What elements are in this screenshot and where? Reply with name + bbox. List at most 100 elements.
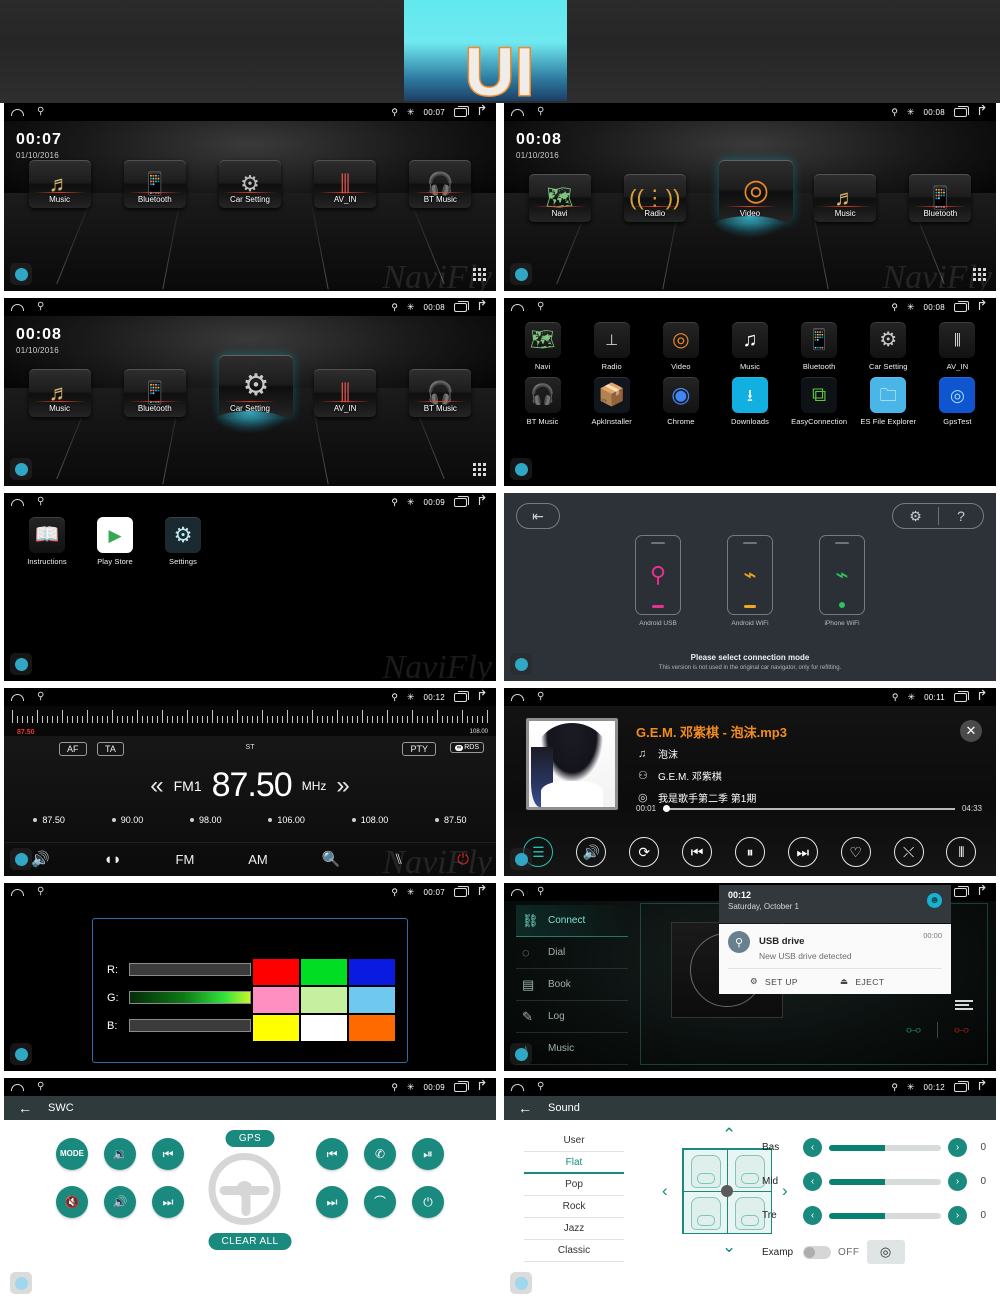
am-band-button[interactable]: AM — [248, 853, 268, 866]
home-icon[interactable] — [11, 303, 24, 311]
blue-slider[interactable] — [129, 1019, 251, 1032]
gear-icon[interactable]: ⚙ — [893, 508, 938, 525]
app-apkinstaller[interactable]: 📦 ApkInstaller — [579, 377, 645, 426]
screen-home-3[interactable]: ⚲ ⚲ ✳ 00:08 00:08 01/10/2016 ♬ Music 📱 — [4, 298, 496, 486]
floating-home-button[interactable] — [510, 263, 532, 285]
mode-android-usb[interactable]: ⚲ Android USB — [635, 535, 681, 627]
fm-band-button[interactable]: FM — [176, 853, 195, 866]
play-pause-icon[interactable]: ⏯ — [412, 1138, 444, 1170]
treble-decrease-button[interactable]: ‹ — [803, 1206, 822, 1225]
preset-3[interactable]: 98.00 — [190, 815, 222, 825]
gps-button[interactable]: GPS — [225, 1130, 275, 1147]
floating-home-button[interactable] — [10, 263, 32, 285]
swatch-skyblue[interactable] — [349, 987, 395, 1013]
swatch-blue[interactable] — [349, 959, 395, 985]
bt-menu-log[interactable]: ✎ Log — [516, 1001, 628, 1033]
app-bluetooth[interactable]: 📱 Bluetooth — [786, 322, 852, 371]
swatch-lightgreen[interactable] — [301, 987, 347, 1013]
recents-icon[interactable] — [954, 885, 969, 897]
bass-decrease-button[interactable]: ‹ — [803, 1138, 822, 1157]
back-icon[interactable] — [976, 108, 989, 117]
treble-increase-button[interactable]: › — [948, 1206, 967, 1225]
app-radio[interactable]: ⊥ Radio — [579, 322, 645, 371]
rgb-row-green[interactable]: G: 255 — [107, 991, 277, 1004]
bass-increase-button[interactable]: › — [948, 1138, 967, 1157]
shuffle-icon[interactable]: ⤬ — [893, 837, 924, 867]
link-disconnected-icon[interactable]: ⧟ — [954, 1021, 969, 1038]
screen-app-drawer-1[interactable]: ⚲ ⚲ ✳ 00:08 🗺 Navi ⊥ Radio — [504, 298, 996, 486]
recents-icon[interactable] — [954, 690, 969, 702]
recents-icon[interactable] — [454, 885, 469, 897]
dock-item-bluetooth[interactable]: 📱 Bluetooth — [909, 174, 972, 222]
app-navi[interactable]: 🗺 Navi — [510, 322, 576, 371]
floating-home-button[interactable] — [10, 1272, 32, 1294]
home-icon[interactable] — [11, 888, 24, 896]
back-icon[interactable] — [976, 303, 989, 312]
screen-music-player[interactable]: ⚲ ⚲ ✳ 00:11 G.E.M. 邓紫棋 - 泡沫.mp3 ♫ 泡沫 ⚇ — [504, 688, 996, 876]
mid-decrease-button[interactable]: ‹ — [803, 1172, 822, 1191]
mid-increase-button[interactable]: › — [948, 1172, 967, 1191]
call-next-icon[interactable]: ⏭ — [316, 1186, 348, 1218]
back-icon[interactable] — [476, 693, 489, 702]
home-icon[interactable] — [511, 1083, 524, 1091]
link-connected-icon[interactable]: ⧟ — [906, 1021, 921, 1038]
volume-icon[interactable]: 🔊 — [576, 837, 607, 867]
call-hangup-icon[interactable]: ⌒ — [364, 1186, 396, 1218]
dock-item-music[interactable]: ♬ Music — [814, 174, 877, 222]
home-icon[interactable] — [511, 888, 524, 896]
rgb-row-red[interactable]: R: 0 — [107, 963, 277, 976]
dock-item-bt-music[interactable]: 🎧 BT Music — [409, 369, 472, 417]
app-bt-music[interactable]: 🎧 BT Music — [510, 377, 576, 426]
exit-icon[interactable]: ⇤ — [516, 503, 560, 529]
chevron-right-double-icon[interactable]: » — [336, 773, 349, 798]
eject-action[interactable]: ⏏ EJECT — [840, 976, 884, 987]
setup-action[interactable]: ⚙ SET UP — [750, 976, 798, 987]
screen-radio[interactable]: ⚲ ⚲ ✳ 00:12 ↰ 87.50 108.00 AF TA PTY ∞ R… — [4, 688, 496, 876]
home-icon[interactable] — [511, 303, 524, 311]
mode-icon[interactable]: MODE — [56, 1138, 88, 1170]
floating-home-button[interactable] — [510, 653, 532, 675]
preset-6[interactable]: 87.50 — [435, 815, 467, 825]
home-icon[interactable] — [511, 108, 524, 116]
preset-jazz[interactable]: Jazz — [524, 1218, 624, 1240]
floating-home-button[interactable] — [510, 1043, 532, 1065]
volume-icon[interactable]: 🔊 — [31, 852, 50, 867]
swatch-orange[interactable] — [349, 1015, 395, 1041]
power-icon[interactable]: ⏻ — [457, 852, 469, 867]
chevron-left-double-icon[interactable]: « — [150, 773, 163, 798]
dock-item-car-setting[interactable]: ⚙ Car Setting — [218, 160, 281, 208]
screen-home-1[interactable]: ⚲ ⚲ ✳ 00:07 00:07 01/10/2016 ♬ Music 📱 — [4, 103, 496, 291]
floating-home-button[interactable] — [510, 458, 532, 480]
green-slider[interactable] — [129, 991, 251, 1004]
app-car-setting[interactable]: ⚙ Car Setting — [855, 322, 921, 371]
floating-home-button[interactable] — [10, 1043, 32, 1065]
floating-home-button[interactable] — [510, 1272, 532, 1294]
volume-down-icon[interactable]: 🔉 — [104, 1138, 136, 1170]
clear-all-button[interactable]: CLEAR ALL — [208, 1233, 292, 1250]
screen-swc[interactable]: ⚲ ⚲ ✳ 00:09 ← SWC MODE 🔇 — [4, 1078, 496, 1300]
preset-user[interactable]: User — [524, 1130, 624, 1152]
back-icon[interactable] — [476, 1083, 489, 1092]
bt-menu-connect[interactable]: ⛓ Connect — [516, 905, 628, 937]
call-answer-icon[interactable]: ✆ — [364, 1138, 396, 1170]
preset-rock[interactable]: Rock — [524, 1196, 624, 1218]
app-es-file-explorer[interactable]: 🗀 ES File Explorer — [855, 377, 921, 426]
back-icon[interactable] — [476, 108, 489, 117]
seek-bar[interactable]: 00:01 04:33 — [636, 804, 982, 813]
swatch-red[interactable] — [253, 959, 299, 985]
back-icon[interactable] — [476, 888, 489, 897]
back-icon[interactable] — [976, 1083, 989, 1092]
mode-iphone-wifi[interactable]: ⌁ iPhone WiFi — [819, 535, 865, 627]
app-av-in[interactable]: ⫼ AV_IN — [924, 322, 990, 371]
volume-up-icon[interactable]: 🔊 — [104, 1186, 136, 1218]
back-icon[interactable] — [976, 693, 989, 702]
previous-track-icon[interactable]: ⏮ — [152, 1138, 184, 1170]
swatch-green[interactable] — [301, 959, 347, 985]
examp-toggle[interactable] — [803, 1245, 831, 1259]
recents-icon[interactable] — [454, 1080, 469, 1092]
dock-item-av-in[interactable]: ⫼ AV_IN — [314, 160, 377, 208]
screen-bluetooth-notification[interactable]: ⚲ ⛓Connect ◌Dial ▤Book ✎Log ♪Music ᛒ — [504, 883, 996, 1071]
recents-icon[interactable] — [954, 1080, 969, 1092]
heart-icon[interactable]: ♡ — [840, 837, 871, 867]
dock-item-navi[interactable]: 🗺 Navi — [528, 174, 591, 222]
